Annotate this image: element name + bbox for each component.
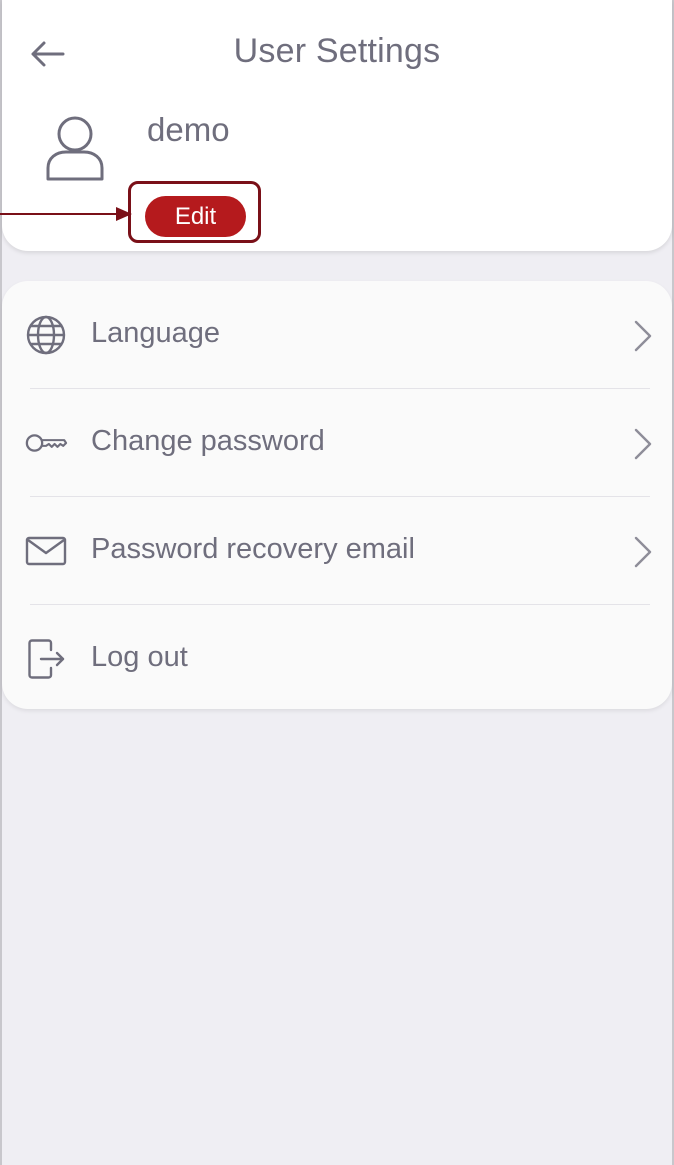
chevron-right-icon — [634, 536, 652, 568]
edit-profile-button[interactable]: Edit — [145, 196, 246, 237]
chevron-right-icon — [634, 428, 652, 460]
menu-item-password-recovery-email[interactable]: Password recovery email — [2, 497, 672, 605]
envelope-icon — [24, 531, 68, 571]
menu-item-label: Password recovery email — [91, 533, 415, 565]
page-title: User Settings — [233, 32, 441, 70]
annotation-arrow — [0, 207, 132, 221]
menu-item-log-out[interactable]: Log out — [2, 605, 672, 713]
menu-item-label: Log out — [91, 641, 188, 673]
globe-icon — [24, 315, 68, 355]
settings-menu: Language Change password Password recove… — [2, 281, 672, 709]
chevron-right-icon — [634, 320, 652, 352]
menu-item-change-password[interactable]: Change password — [2, 389, 672, 497]
menu-item-label: Language — [91, 317, 221, 349]
menu-item-label: Change password — [91, 425, 325, 457]
user-icon — [46, 116, 104, 181]
username: demo — [147, 111, 230, 148]
logout-icon — [24, 639, 68, 679]
menu-item-language[interactable]: Language — [2, 281, 672, 389]
key-icon — [24, 423, 68, 463]
